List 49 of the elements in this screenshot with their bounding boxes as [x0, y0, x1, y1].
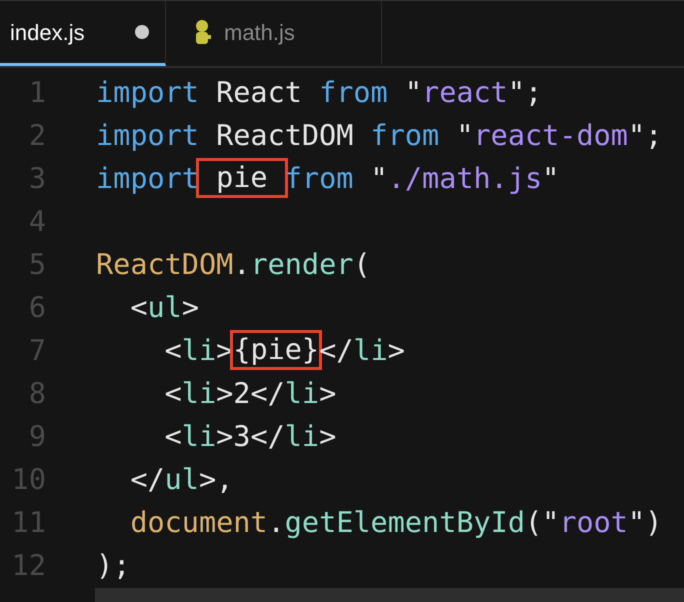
code-token: react [422, 75, 508, 112]
code-token: < [129, 290, 148, 326]
code-token: li [284, 419, 320, 456]
code-token: ul [164, 462, 199, 498]
code-token: li [353, 333, 388, 370]
code-token: " [542, 161, 560, 198]
code-token: ReactDOM [96, 247, 234, 284]
code-token: ReactDOM [215, 118, 354, 154]
code-token: getElementById [284, 505, 525, 542]
code-token: import [96, 75, 199, 112]
code-token: ( [353, 247, 371, 284]
code-token: </ [129, 462, 165, 498]
code-token: "; [628, 118, 662, 154]
code-token: (" [524, 505, 560, 542]
code-token: React [215, 75, 303, 112]
code-token: li [182, 333, 216, 370]
code-token: li [182, 419, 216, 456]
editor-tab[interactable]: math.js [166, 1, 382, 66]
code-token: > [182, 290, 199, 326]
code-token: li [182, 376, 216, 412]
code-token: react-dom [474, 118, 628, 154]
editor-tab[interactable]: index.js [0, 1, 166, 66]
code-token: . [268, 505, 285, 542]
code-token: " [404, 75, 422, 112]
code-token: "; [508, 75, 542, 112]
code-token: ./math.js [388, 161, 542, 198]
code-token: < [164, 419, 182, 456]
code-token: < [164, 333, 182, 370]
code-token: >2</ [216, 376, 285, 412]
code-token: >3</ [216, 419, 285, 456]
code-token: > [319, 419, 336, 456]
code-token: ") [628, 505, 662, 542]
code-token: >, [198, 462, 234, 498]
code-token: > [319, 376, 336, 412]
code-token: document [129, 505, 268, 542]
highlighted-code: pie [196, 158, 288, 198]
code-token: < [164, 376, 182, 412]
code-token: import [96, 118, 199, 154]
code-token: render [250, 247, 354, 284]
code-token: from [319, 75, 388, 112]
code-token: . [233, 247, 250, 284]
code-token: ); [96, 548, 130, 584]
code-token: " [455, 118, 474, 154]
code-token: " [370, 161, 388, 198]
code-token: from [370, 118, 440, 154]
code-token: root [559, 505, 628, 542]
code-token: li [284, 376, 320, 412]
code-token: ul [147, 290, 182, 326]
code-token: > [388, 333, 405, 370]
